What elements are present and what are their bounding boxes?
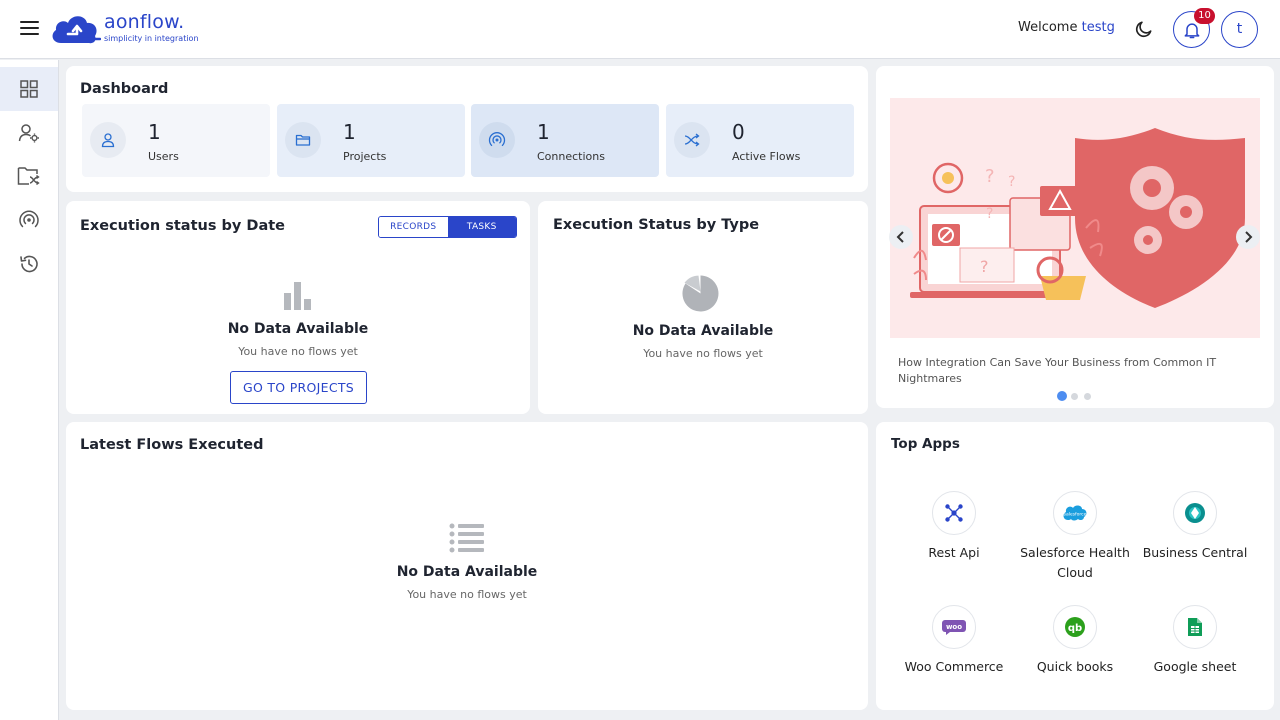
stat-active-flows-value: 0 bbox=[732, 120, 745, 144]
brand-name: aonflow. bbox=[104, 11, 185, 33]
sidebar-item-dashboard[interactable] bbox=[0, 67, 58, 111]
stat-active-flows[interactable]: 0 Active Flows bbox=[666, 104, 854, 177]
aonflow-logo-icon[interactable] bbox=[49, 11, 101, 47]
quickbooks-icon: qb bbox=[1053, 605, 1097, 649]
dark-mode-moon-icon[interactable] bbox=[1134, 19, 1154, 39]
app-quick-books-label: Quick books bbox=[1036, 659, 1114, 674]
menu-icon[interactable] bbox=[20, 21, 39, 36]
latest-flows-card: Latest Flows Executed No Data Available … bbox=[66, 422, 868, 710]
integration-shield-illustration: ? ? ? ? bbox=[910, 128, 1245, 308]
execution-by-type-empty-title: No Data Available bbox=[632, 323, 774, 339]
stat-projects[interactable]: 1 Projects bbox=[277, 104, 465, 177]
latest-flows-empty-title: No Data Available bbox=[396, 564, 538, 580]
stat-users-label: Users bbox=[148, 150, 179, 163]
carousel-caption[interactable]: How Integration Can Save Your Business f… bbox=[898, 355, 1238, 387]
chevron-left-icon bbox=[896, 231, 904, 243]
welcome-prefix: Welcome bbox=[1018, 20, 1078, 35]
tasks-toggle-button[interactable]: TASKS bbox=[447, 217, 516, 237]
pie-chart-icon bbox=[682, 275, 719, 312]
records-toggle-button[interactable]: RECORDS bbox=[379, 217, 448, 237]
app-salesforce-health-cloud[interactable]: salesforce Salesforce Health Cloud bbox=[1015, 491, 1135, 583]
top-apps-title: Top Apps bbox=[891, 436, 960, 452]
app-salesforce-health-cloud-label: Salesforce Health Cloud bbox=[1020, 545, 1130, 580]
execution-by-type-empty-subtitle: You have no flows yet bbox=[643, 347, 763, 360]
sidebar-item-users[interactable] bbox=[0, 111, 58, 155]
notification-badge: 10 bbox=[1194, 8, 1215, 24]
top-bar: aonflow. simplicity in integration Welco… bbox=[0, 0, 1280, 59]
svg-text:qb: qb bbox=[1068, 623, 1082, 634]
execution-by-type-title: Execution Status by Type bbox=[553, 217, 760, 233]
records-tasks-toggle: RECORDS TASKS bbox=[378, 216, 517, 238]
svg-text:woo: woo bbox=[946, 623, 962, 631]
stat-users[interactable]: 1 Users bbox=[82, 104, 270, 177]
stat-connections-label: Connections bbox=[537, 150, 605, 163]
execution-by-date-empty-title: No Data Available bbox=[227, 321, 369, 337]
salesforce-icon: salesforce bbox=[1053, 491, 1097, 535]
welcome-username: testg bbox=[1081, 20, 1115, 35]
sidebar bbox=[0, 60, 59, 720]
svg-text:?: ? bbox=[986, 206, 993, 222]
list-icon bbox=[449, 523, 484, 553]
carousel-dot-2[interactable] bbox=[1071, 393, 1078, 400]
execution-by-date-card: Execution status by Date RECORDS TASKS N… bbox=[66, 201, 530, 414]
broadcast-icon bbox=[479, 122, 515, 158]
woocommerce-icon: woo bbox=[932, 605, 976, 649]
shuffle-icon bbox=[674, 122, 710, 158]
carousel-dot-1[interactable] bbox=[1057, 391, 1067, 401]
news-carousel-card: ? ? ? ? How Integration Can Save Your Bu… bbox=[876, 66, 1274, 408]
bar-chart-icon bbox=[284, 282, 311, 310]
stat-users-value: 1 bbox=[148, 120, 161, 144]
app-rest-api-label: Rest Api bbox=[928, 545, 980, 560]
app-google-sheet-label: Google sheet bbox=[1153, 659, 1237, 674]
execution-by-date-title: Execution status by Date bbox=[80, 218, 285, 234]
google-sheets-icon bbox=[1173, 605, 1217, 649]
latest-flows-title: Latest Flows Executed bbox=[80, 437, 264, 453]
user-icon bbox=[90, 122, 126, 158]
folder-shuffle-icon bbox=[17, 167, 40, 186]
app-business-central-label: Business Central bbox=[1142, 545, 1248, 560]
rest-api-icon bbox=[932, 491, 976, 535]
sidebar-item-connections[interactable] bbox=[0, 198, 58, 242]
stat-connections-value: 1 bbox=[537, 120, 550, 144]
stat-active-flows-label: Active Flows bbox=[732, 150, 801, 163]
carousel-dot-3[interactable] bbox=[1084, 393, 1091, 400]
brand-tagline: simplicity in integration bbox=[104, 34, 199, 43]
sidebar-item-projects[interactable] bbox=[0, 154, 58, 198]
dashboard-card: Dashboard 1 Users 1 Projects 1 Connectio… bbox=[66, 66, 868, 192]
app-woo-commerce[interactable]: woo Woo Commerce bbox=[894, 605, 1014, 677]
carousel-slide-image[interactable]: ? ? ? ? bbox=[890, 98, 1260, 338]
latest-flows-empty-subtitle: You have no flows yet bbox=[407, 588, 527, 601]
welcome-text: Welcome testg bbox=[1018, 20, 1115, 35]
app-woo-commerce-label: Woo Commerce bbox=[904, 659, 1004, 674]
execution-by-type-card: Execution Status by Type No Data Availab… bbox=[538, 201, 868, 414]
stat-connections[interactable]: 1 Connections bbox=[471, 104, 659, 177]
stat-projects-value: 1 bbox=[343, 120, 356, 144]
app-google-sheet[interactable]: Google sheet bbox=[1135, 605, 1255, 677]
brand[interactable]: aonflow. simplicity in integration bbox=[104, 11, 199, 44]
user-settings-icon bbox=[18, 124, 39, 143]
grid-icon bbox=[20, 80, 38, 98]
app-business-central[interactable]: Business Central bbox=[1135, 491, 1255, 563]
stat-projects-label: Projects bbox=[343, 150, 387, 163]
carousel-next-button[interactable] bbox=[1236, 225, 1260, 249]
user-avatar[interactable]: t bbox=[1221, 11, 1258, 48]
svg-text:salesforce: salesforce bbox=[1064, 512, 1087, 518]
app-quick-books[interactable]: qb Quick books bbox=[1015, 605, 1135, 677]
svg-text:?: ? bbox=[985, 166, 995, 187]
history-icon bbox=[20, 255, 38, 273]
svg-text:?: ? bbox=[1008, 174, 1015, 190]
app-rest-api[interactable]: Rest Api bbox=[894, 491, 1014, 563]
go-to-projects-button[interactable]: GO TO PROJECTS bbox=[230, 371, 367, 404]
execution-by-date-empty-subtitle: You have no flows yet bbox=[238, 345, 358, 358]
svg-text:?: ? bbox=[980, 257, 989, 276]
chevron-right-icon bbox=[1245, 231, 1253, 243]
carousel-prev-button[interactable] bbox=[889, 225, 913, 249]
broadcast-icon bbox=[19, 210, 39, 228]
business-central-icon bbox=[1173, 491, 1217, 535]
dashboard-title: Dashboard bbox=[80, 81, 169, 97]
sidebar-item-history[interactable] bbox=[0, 242, 58, 286]
top-apps-card: Top Apps Rest Api salesforce Salesforce … bbox=[876, 422, 1274, 710]
folder-icon bbox=[285, 122, 321, 158]
